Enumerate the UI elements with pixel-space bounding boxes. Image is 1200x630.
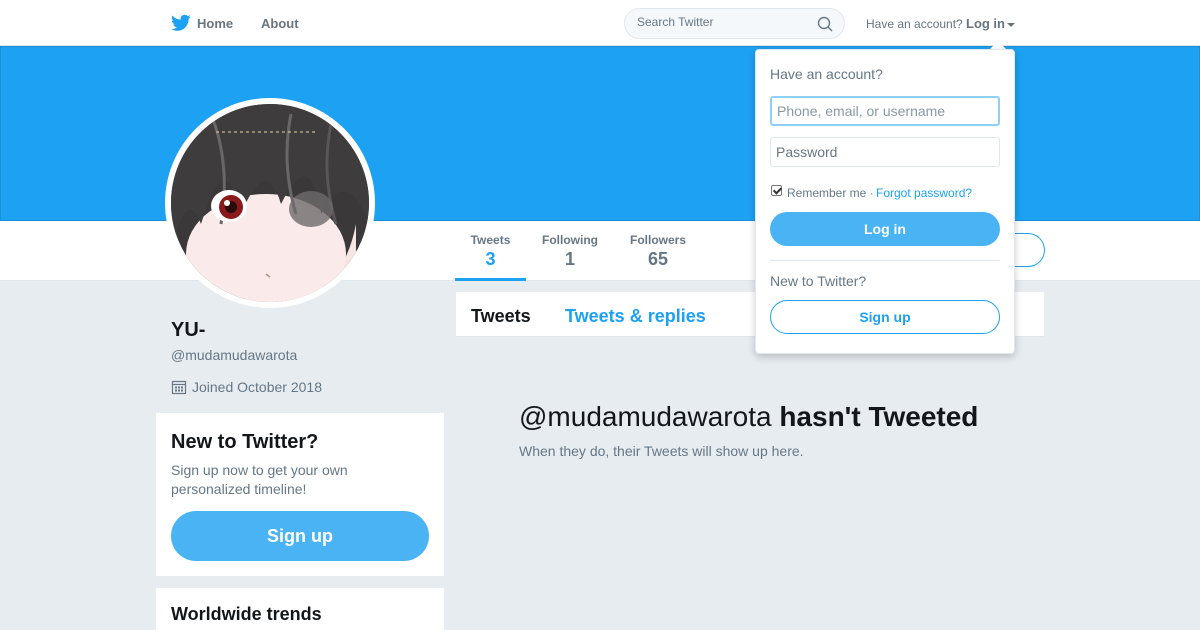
signup-module-title: New to Twitter? (171, 431, 319, 453)
tab-tweets-and-replies[interactable]: Tweets & replies (565, 306, 706, 327)
dropdown-signup-button[interactable]: Sign up (770, 300, 1000, 334)
forgot-password-link[interactable]: Forgot password? (876, 186, 972, 200)
search-icon[interactable] (817, 16, 833, 32)
stat-tweets[interactable]: Tweets 3 (455, 233, 526, 281)
dropdown-divider (770, 260, 1000, 261)
profile-handle[interactable]: @mudamudawarota (171, 347, 297, 363)
empty-state-subtitle: When they do, their Tweets will show up … (519, 443, 804, 459)
stat-following-value: 1 (564, 249, 575, 269)
nav-home-link[interactable]: Home (197, 16, 233, 31)
stat-tweets-label: Tweets (470, 233, 511, 247)
avatar[interactable] (165, 98, 375, 308)
search-input[interactable] (637, 15, 807, 29)
login-dropdown: Have an account? Remember me · Forgot pa… (755, 49, 1015, 354)
trends-module: Worldwide trends (156, 588, 444, 630)
signup-module-description: Sign up now to get your own personalized… (171, 462, 348, 497)
password-field[interactable] (770, 137, 1000, 167)
stat-following-label: Following (542, 233, 598, 247)
trends-title: Worldwide trends (171, 604, 322, 624)
profile-name: YU- (171, 319, 206, 341)
empty-state-handle: @mudamudawarota (519, 401, 772, 432)
new-to-twitter-text: New to Twitter? (770, 273, 867, 289)
nav-about-link[interactable]: About (261, 16, 299, 31)
twitter-bird-icon[interactable] (171, 14, 191, 32)
stat-tweets-value: 3 (485, 249, 496, 269)
login-button[interactable]: Log in (770, 212, 1000, 246)
tab-tweets[interactable]: Tweets (471, 306, 531, 327)
stat-followers-value: 65 (647, 249, 669, 269)
signup-module-button[interactable]: Sign up (171, 511, 429, 561)
login-link-label: Log in (966, 16, 1005, 31)
stat-following[interactable]: Following 1 (540, 233, 600, 270)
search-box[interactable] (624, 8, 845, 39)
empty-state-title: @mudamudawarota hasn't Tweeted (519, 401, 978, 433)
dropdown-title: Have an account? (770, 66, 883, 82)
remember-me-checkbox[interactable] (771, 185, 782, 196)
signup-module: New to Twitter? Sign up now to get your … (156, 413, 444, 576)
stat-followers[interactable]: Followers 65 (627, 233, 689, 270)
login-dropdown-toggle[interactable]: Log in (966, 16, 1015, 31)
avatar-image (171, 104, 369, 302)
remember-me-label[interactable]: Remember me · (787, 186, 874, 200)
stat-followers-label: Followers (629, 233, 686, 247)
caret-down-icon (1007, 22, 1015, 27)
top-nav: Home About Have an account? Log in (0, 0, 1200, 46)
calendar-icon (171, 380, 187, 395)
empty-state-title-rest: hasn't Tweeted (779, 401, 979, 432)
joined-date: Joined October 2018 (192, 379, 322, 395)
have-account-text: Have an account? (866, 17, 963, 31)
username-field[interactable] (770, 96, 1000, 126)
